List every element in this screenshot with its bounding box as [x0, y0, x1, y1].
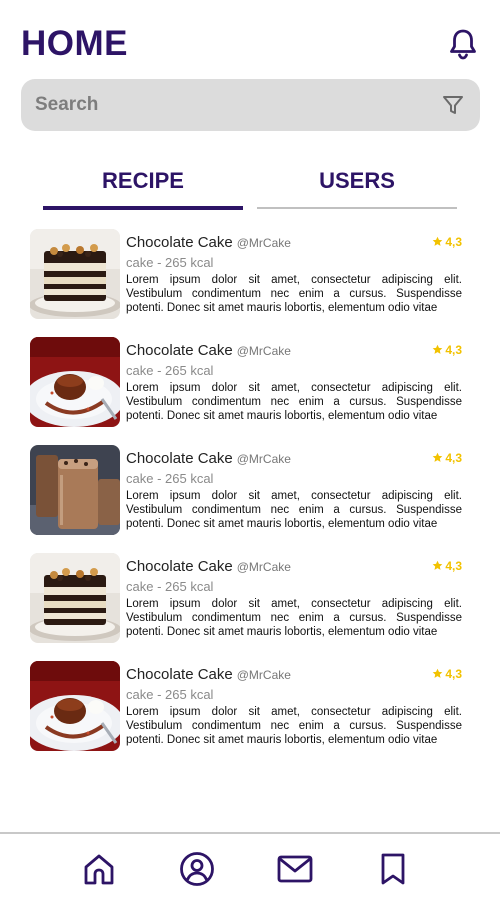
recipe-item[interactable]: Chocolate Cake @MrCake 4,3 cake - 265 kc… [30, 229, 462, 337]
star-icon [433, 560, 443, 570]
bell-icon[interactable] [447, 27, 479, 61]
lava-cake-photo [30, 661, 120, 751]
tab-bar: RECIPE USERS [43, 168, 457, 210]
home-icon[interactable] [80, 850, 118, 888]
recipe-author[interactable]: @MrCake [237, 668, 291, 682]
recipe-item[interactable]: Chocolate Cake @MrCake 4,3 cake - 265 kc… [30, 337, 462, 445]
recipe-author[interactable]: @MrCake [237, 344, 291, 358]
rating-badge: 4,3 [432, 343, 462, 357]
header: HOME [21, 22, 479, 66]
search-bar [21, 79, 480, 131]
recipe-title-row: Chocolate Cake @MrCake 4,3 [126, 558, 462, 578]
recipe-author[interactable]: @MrCake [237, 560, 291, 574]
recipe-info: Chocolate Cake @MrCake 4,3 cake - 265 kc… [126, 342, 462, 423]
page-title: HOME [21, 24, 128, 63]
tab-users[interactable]: USERS [257, 168, 457, 210]
recipe-description: Lorem ipsum dolor sit amet, consectetur … [126, 490, 462, 530]
rating-badge: 4,3 [432, 451, 462, 465]
home-screen: HOME RECIPE USERS [0, 0, 500, 900]
star-icon [433, 236, 443, 246]
rating-value: 4,3 [445, 342, 462, 357]
search-input[interactable] [35, 94, 440, 116]
recipe-title-row: Chocolate Cake @MrCake 4,3 [126, 666, 462, 686]
recipe-info: Chocolate Cake @MrCake 4,3 cake - 265 kc… [126, 234, 462, 315]
profile-icon[interactable] [178, 850, 216, 888]
recipe-title-row: Chocolate Cake @MrCake 4,3 [126, 450, 462, 470]
recipe-description: Lorem ipsum dolor sit amet, consectetur … [126, 274, 462, 314]
recipe-name: Chocolate Cake [126, 342, 233, 359]
recipe-item[interactable]: Chocolate Cake @MrCake 4,3 cake - 265 kc… [30, 661, 462, 769]
bottom-nav [0, 832, 500, 900]
star-icon [433, 344, 443, 354]
recipe-info: Chocolate Cake @MrCake 4,3 cake - 265 kc… [126, 450, 462, 531]
recipe-description: Lorem ipsum dolor sit amet, consectetur … [126, 598, 462, 638]
star-icon [433, 452, 443, 462]
recipe-item[interactable]: Chocolate Cake @MrCake 4,3 cake - 265 kc… [30, 553, 462, 661]
rating-value: 4,3 [445, 666, 462, 681]
tab-recipe[interactable]: RECIPE [43, 168, 243, 210]
recipe-title-row: Chocolate Cake @MrCake 4,3 [126, 342, 462, 362]
chocolate-shake-photo [30, 445, 120, 535]
recipe-description: Lorem ipsum dolor sit amet, consectetur … [126, 382, 462, 422]
recipe-list: Chocolate Cake @MrCake 4,3 cake - 265 kc… [30, 229, 462, 769]
recipe-info: Chocolate Cake @MrCake 4,3 cake - 265 kc… [126, 558, 462, 639]
rating-badge: 4,3 [432, 559, 462, 573]
recipe-meta: cake - 265 kcal [126, 579, 214, 594]
rating-badge: 4,3 [432, 235, 462, 249]
rating-value: 4,3 [445, 558, 462, 573]
bookmark-icon[interactable] [374, 850, 412, 888]
recipe-description: Lorem ipsum dolor sit amet, consectetur … [126, 706, 462, 746]
star-icon [433, 668, 443, 678]
filter-icon[interactable] [440, 92, 466, 118]
tab-label: USERS [319, 168, 395, 193]
recipe-author[interactable]: @MrCake [237, 452, 291, 466]
recipe-author[interactable]: @MrCake [237, 236, 291, 250]
recipe-name: Chocolate Cake [126, 234, 233, 251]
mail-icon[interactable] [276, 850, 314, 888]
recipe-name: Chocolate Cake [126, 450, 233, 467]
tab-label: RECIPE [102, 168, 184, 193]
layered-cake-photo [30, 229, 120, 319]
rating-badge: 4,3 [432, 667, 462, 681]
recipe-item[interactable]: Chocolate Cake @MrCake 4,3 cake - 265 kc… [30, 445, 462, 553]
recipe-name: Chocolate Cake [126, 666, 233, 683]
rating-value: 4,3 [445, 450, 462, 465]
recipe-meta: cake - 265 kcal [126, 687, 214, 702]
recipe-info: Chocolate Cake @MrCake 4,3 cake - 265 kc… [126, 666, 462, 747]
lava-cake-photo [30, 337, 120, 427]
recipe-name: Chocolate Cake [126, 558, 233, 575]
recipe-meta: cake - 265 kcal [126, 255, 214, 270]
recipe-meta: cake - 265 kcal [126, 471, 214, 486]
recipe-title-row: Chocolate Cake @MrCake 4,3 [126, 234, 462, 254]
rating-value: 4,3 [445, 234, 462, 249]
recipe-meta: cake - 265 kcal [126, 363, 214, 378]
layered-cake-photo [30, 553, 120, 643]
